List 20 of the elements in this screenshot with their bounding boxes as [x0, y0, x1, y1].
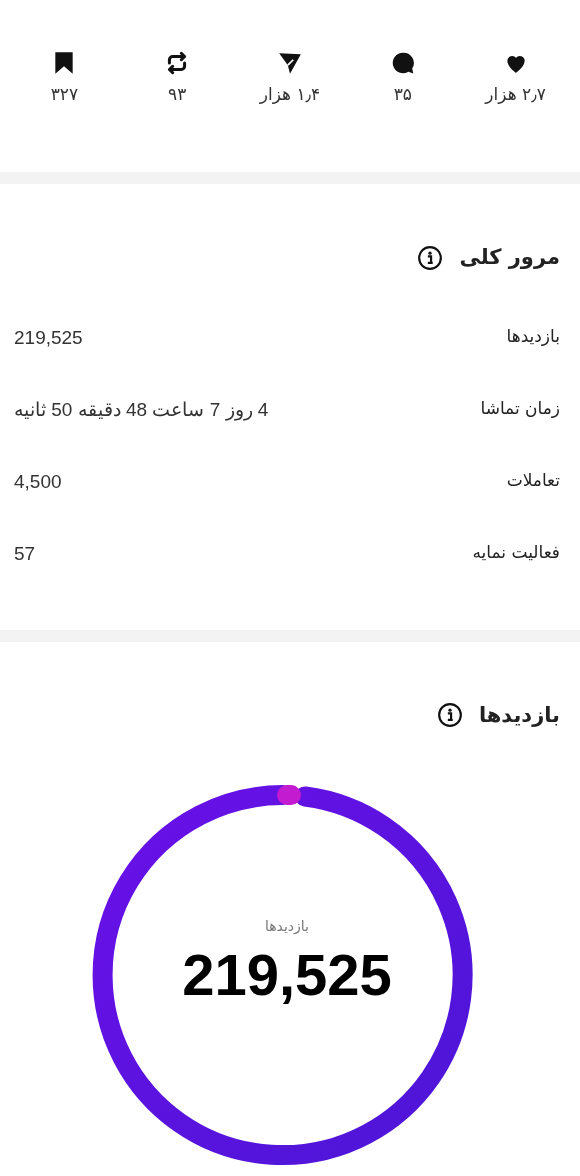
- stat-count: ۹۳: [168, 83, 187, 106]
- metric-label: بازدیدها: [506, 324, 560, 348]
- ring-label: بازدیدها: [264, 916, 310, 936]
- metric-label: فعالیت نمایه: [472, 540, 560, 564]
- stat-count: ۳۵: [393, 83, 412, 106]
- metric-value: 4 روز 7 ساعت 48 دقیقه 50 ثانیه: [14, 397, 269, 423]
- section-title: مرور کلی: [459, 244, 560, 271]
- metric-value: 4,500: [14, 469, 62, 494]
- metric-value: 57: [14, 541, 36, 566]
- metric-label: تعاملات: [506, 468, 560, 492]
- metric-value: 219,525: [14, 325, 83, 350]
- info-icon[interactable]: [417, 244, 444, 271]
- stat-count: ۲٫۷ هزار: [485, 83, 546, 106]
- ring-value: 219,525: [182, 942, 392, 1007]
- stat-count: ۱٫۴ هزار: [259, 83, 321, 106]
- paper-plane-icon[interactable]: [277, 50, 303, 76]
- section-title: بازدیدها: [478, 701, 560, 729]
- info-icon[interactable]: [436, 702, 463, 729]
- stat-count: ۳۲۷: [50, 83, 79, 106]
- metric-label: زمان تماشا: [480, 396, 560, 420]
